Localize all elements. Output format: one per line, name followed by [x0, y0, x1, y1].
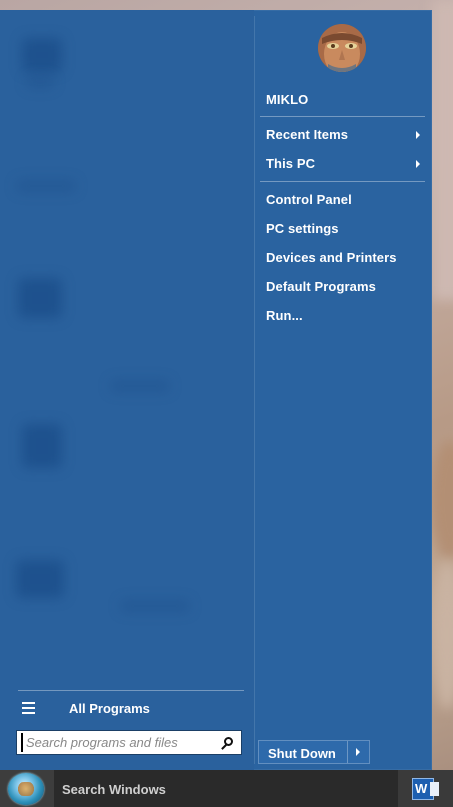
submenu-arrow-icon — [416, 131, 420, 139]
menu-item-recent-items[interactable]: Recent Items — [266, 127, 420, 143]
wallpaper-blob — [432, 0, 453, 300]
start-orb-icon — [8, 773, 44, 805]
menu-item-pc-settings[interactable]: PC settings — [266, 221, 339, 236]
blurred-app-icon — [22, 38, 62, 72]
start-button[interactable] — [0, 770, 54, 807]
search-box[interactable] — [16, 730, 242, 755]
menu-item-devices-and-printers[interactable]: Devices and Printers — [266, 250, 397, 265]
menu-item-label: Run... — [266, 308, 303, 323]
menu-item-run[interactable]: Run... — [266, 308, 303, 323]
list-icon — [22, 702, 35, 714]
taskbar-word-button[interactable]: W — [398, 770, 453, 807]
blurred-app-text — [110, 380, 170, 392]
avatar[interactable] — [318, 24, 366, 72]
blurred-app-text — [16, 180, 76, 192]
menu-item-control-panel[interactable]: Control Panel — [266, 192, 352, 207]
menu-item-label: PC settings — [266, 221, 339, 236]
blurred-app-icon — [26, 76, 54, 88]
pane-divider — [254, 16, 255, 764]
blurred-app-icon — [18, 278, 62, 318]
taskbar-search[interactable]: Search Windows — [62, 782, 166, 797]
menu-item-label: Control Panel — [266, 192, 352, 207]
word-icon: W — [412, 778, 439, 800]
menu-item-label: Recent Items — [266, 127, 349, 142]
shutdown-splitter — [347, 741, 348, 763]
submenu-arrow-icon — [416, 160, 420, 168]
search-input[interactable] — [21, 733, 218, 752]
taskbar: Search Windows W — [0, 770, 453, 807]
start-menu: All Programs MIKLO Recent Items This PC — [0, 10, 432, 770]
separator — [260, 181, 425, 182]
user-name-link[interactable]: MIKLO — [266, 92, 308, 107]
shutdown-label: Shut Down — [268, 746, 336, 761]
all-programs-label: All Programs — [69, 701, 150, 716]
menu-item-this-pc[interactable]: This PC — [266, 156, 420, 172]
blurred-app-text — [120, 600, 190, 612]
blurred-app-icon — [16, 560, 64, 598]
menu-item-label: Devices and Printers — [266, 250, 397, 265]
shutdown-options-arrow-icon[interactable] — [356, 748, 360, 756]
separator — [260, 116, 425, 117]
user-name-label: MIKLO — [266, 92, 309, 107]
wallpaper-blob — [430, 440, 453, 560]
search-icon[interactable] — [224, 737, 233, 746]
pinned-programs-pane: All Programs — [0, 10, 254, 770]
shutdown-button[interactable]: Shut Down — [258, 740, 370, 764]
menu-item-label: Default Programs — [266, 279, 376, 294]
word-glyph: W — [415, 781, 428, 796]
menu-item-default-programs[interactable]: Default Programs — [266, 279, 376, 294]
wallpaper-blob — [432, 560, 453, 710]
blurred-app-icon — [22, 424, 62, 468]
menu-item-label: This PC — [266, 156, 316, 171]
all-programs-button[interactable]: All Programs — [18, 690, 244, 719]
